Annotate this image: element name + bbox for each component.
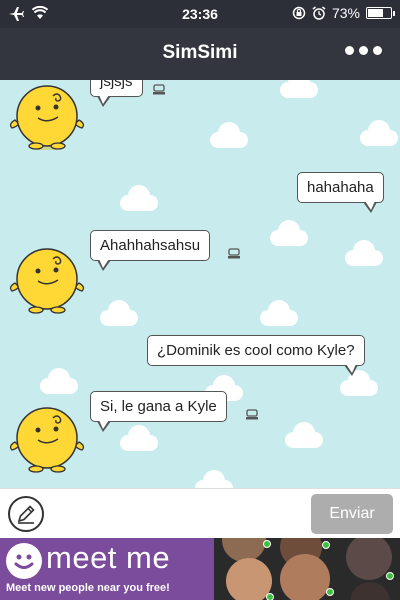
cloud-decoration	[260, 300, 298, 326]
dot-icon	[373, 46, 382, 55]
online-status-icon	[266, 593, 274, 600]
message-bubble-bot: Si, le gana a Kyle	[90, 391, 227, 432]
battery-fill	[368, 9, 383, 17]
cloud-decoration	[345, 240, 383, 266]
cloud-decoration	[40, 368, 78, 394]
cloud-decoration	[270, 220, 308, 246]
meetme-ad-banner[interactable]: meet me Meet new people near you free!	[0, 538, 400, 600]
cloud-decoration	[100, 300, 138, 326]
cloud-decoration	[360, 120, 398, 146]
dot-icon	[359, 46, 368, 55]
cloud-decoration	[280, 80, 318, 98]
message-bubble-bot: Ahahhahsahsu	[90, 230, 211, 271]
dot-icon	[345, 46, 354, 55]
send-button[interactable]: Enviar	[311, 494, 393, 534]
meetme-logo-icon	[6, 543, 42, 579]
page-title: SimSimi	[162, 42, 238, 63]
ad-profile-photo	[226, 558, 272, 600]
report-icon[interactable]	[228, 247, 240, 259]
status-right: 73%	[292, 5, 395, 21]
chat-area[interactable]: jsjsjs hahahaha Ahahhahsahsu ¿Dominik es…	[0, 80, 400, 488]
cloud-decoration	[340, 370, 378, 396]
online-status-icon	[263, 540, 271, 548]
cloud-decoration	[210, 122, 248, 148]
cloud-decoration	[120, 425, 158, 451]
battery-icon	[366, 7, 395, 19]
battery-percent: 73%	[331, 5, 360, 21]
message-bubble-bot: jsjsjs	[90, 80, 143, 107]
cloud-decoration	[195, 470, 233, 488]
message-bubble-user: hahahaha	[297, 172, 384, 213]
status-bar: 23:36 73%	[0, 0, 400, 28]
message-input-bar: Enviar	[0, 488, 400, 538]
rotation-lock-icon	[292, 6, 306, 20]
alarm-icon	[312, 6, 326, 20]
ad-profile-photo	[350, 582, 390, 600]
simsimi-avatar-icon[interactable]	[8, 80, 86, 150]
cloud-decoration	[120, 185, 158, 211]
online-status-icon	[386, 572, 394, 580]
online-status-icon	[322, 541, 330, 549]
message-bubble-user: ¿Dominik es cool como Kyle?	[147, 335, 365, 376]
more-options-button[interactable]	[345, 46, 382, 55]
pencil-button[interactable]	[8, 496, 44, 532]
ad-brand-name: meet me	[46, 540, 171, 575]
nav-bar: SimSimi	[0, 28, 400, 80]
cloud-decoration	[285, 422, 323, 448]
report-icon[interactable]	[246, 408, 258, 420]
ad-photo-collage	[214, 538, 400, 600]
report-icon[interactable]	[153, 83, 165, 95]
simsimi-avatar-icon[interactable]	[8, 243, 86, 315]
ad-brand-panel: meet me Meet new people near you free!	[0, 538, 214, 600]
ad-profile-photo	[280, 554, 330, 600]
online-status-icon	[326, 588, 334, 596]
pencil-icon	[17, 505, 35, 524]
message-input[interactable]	[52, 497, 304, 531]
ad-tagline: Meet new people near you free!	[6, 582, 170, 594]
simsimi-avatar-icon[interactable]	[8, 402, 86, 474]
ad-profile-photo	[346, 538, 392, 580]
